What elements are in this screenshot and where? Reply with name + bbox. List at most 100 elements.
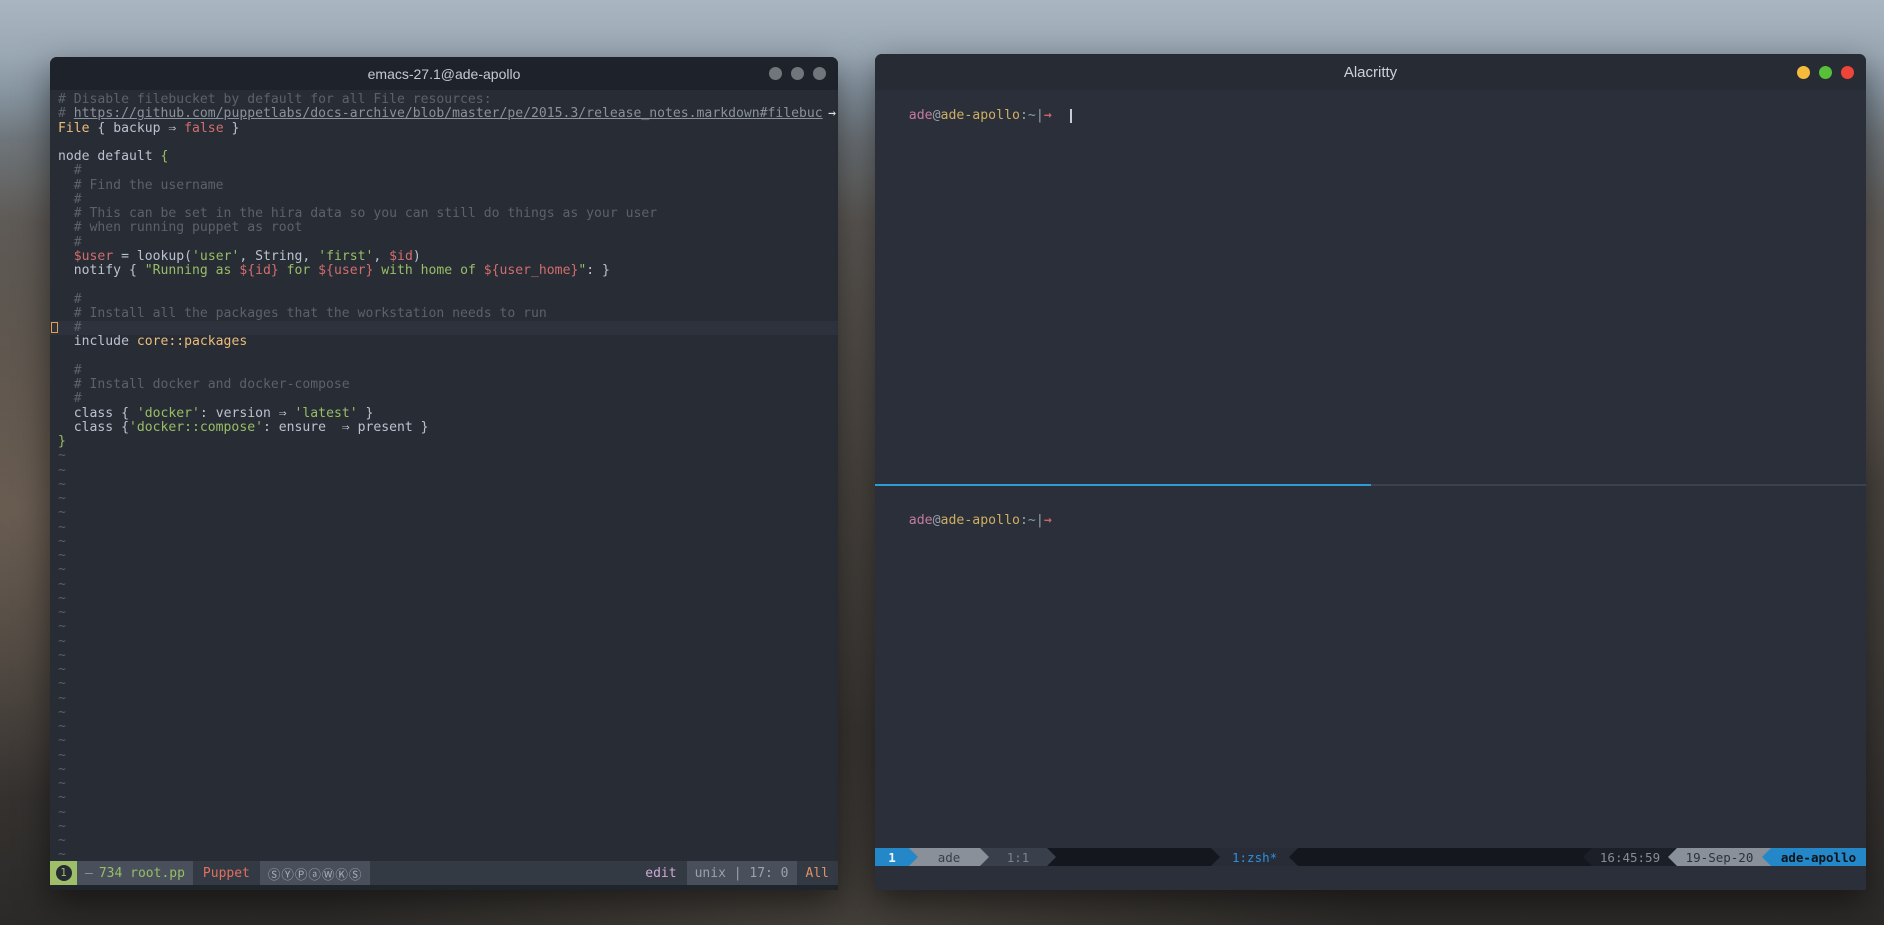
code-token: # [58, 363, 82, 378]
emacs-modeline: 1 – 734 root.pp Puppet ⓈⓎⓅⓐⓌⓀⓈ edit unix… [50, 861, 838, 885]
tilde-fringe-icon: ~ [58, 591, 66, 606]
tilde-fringe-icon: ~ [58, 833, 66, 848]
code-line[interactable]: # [50, 392, 838, 406]
code-token: } [358, 406, 374, 421]
powerline-arrow-icon [909, 848, 918, 866]
code-token: # [58, 192, 82, 207]
empty-line-tilde: ~ [50, 478, 838, 492]
tilde-fringe-icon: ~ [58, 505, 66, 520]
minimize-button[interactable] [1797, 66, 1810, 79]
code-line[interactable]: include core::packages [50, 335, 838, 349]
code-token: File [58, 121, 90, 136]
emacs-titlebar[interactable]: emacs-27.1@ade-apollo [50, 57, 838, 90]
tilde-fringe-icon: ~ [58, 605, 66, 620]
code-token: https://github.com/puppetlabs/docs-archi… [74, 106, 823, 121]
tilde-fringe-icon: ~ [58, 577, 66, 592]
empty-line-tilde: ~ [50, 521, 838, 535]
code-token: notify { [58, 263, 145, 278]
close-button[interactable] [813, 67, 826, 80]
code-token: node default [58, 149, 160, 164]
tilde-fringe-icon: ~ [58, 719, 66, 734]
empty-line-tilde: ~ [50, 592, 838, 606]
emacs-window: emacs-27.1@ade-apollo # Disable filebuck… [50, 57, 838, 890]
emacs-window-title: emacs-27.1@ade-apollo [368, 66, 521, 82]
empty-line-tilde: ~ [50, 848, 838, 861]
tmux-statusbar: 1 ade 1:1 1:zsh* 16:45:59 19-Sep-20 ade-… [875, 848, 1866, 866]
code-token: $id [389, 249, 413, 264]
tilde-fringe-icon: ~ [58, 548, 66, 563]
tilde-fringe-icon: ~ [58, 662, 66, 677]
tmux-pane-divider[interactable] [875, 484, 1866, 486]
empty-line-tilde: ~ [50, 706, 838, 720]
code-line[interactable]: notify { "Running as ${id} for ${user} w… [50, 264, 838, 278]
code-token: : } [586, 263, 610, 278]
code-token: # [58, 163, 82, 178]
code-token: , [373, 249, 389, 264]
empty-line-tilde: ~ [50, 820, 838, 834]
emacs-buffer[interactable]: # Disable filebucket by default for all … [50, 90, 838, 861]
code-line[interactable]: # Install docker and docker-compose [50, 378, 838, 392]
tilde-fringe-icon: ~ [58, 648, 66, 663]
pane-border-inactive [1371, 484, 1867, 486]
powerline-arrow-icon [1668, 848, 1677, 866]
code-line[interactable]: } [50, 435, 838, 449]
code-line[interactable]: # https://github.com/puppetlabs/docs-arc… [50, 107, 838, 121]
tmux-pane-bottom[interactable]: ade@ade-apollo:~|→ [875, 486, 1866, 848]
code-line[interactable]: # [50, 293, 838, 307]
alacritty-titlebar[interactable]: Alacritty [875, 54, 1866, 90]
maximize-button[interactable] [791, 67, 804, 80]
close-button[interactable] [1841, 66, 1854, 79]
minimize-button[interactable] [769, 67, 782, 80]
code-token: } [224, 121, 240, 136]
powerline-arrow-icon [1211, 848, 1220, 866]
code-line[interactable]: # This can be set in the hira data so yo… [50, 207, 838, 221]
code-token: : ensure ⇒ present } [263, 420, 429, 435]
code-line[interactable] [50, 278, 838, 292]
tilde-fringe-icon: ~ [58, 562, 66, 577]
code-line[interactable]: # Disable filebucket by default for all … [50, 93, 838, 107]
powerline-arrow-icon [1583, 848, 1592, 866]
code-line[interactable]: # when running puppet as root [50, 221, 838, 235]
tilde-fringe-icon: ~ [58, 805, 66, 820]
code-line[interactable]: node default { [50, 150, 838, 164]
code-token: # [58, 292, 82, 307]
code-line[interactable]: File { backup ⇒ false } [50, 122, 838, 136]
code-line[interactable]: # Install all the packages that the work… [50, 307, 838, 321]
maximize-button[interactable] [1819, 66, 1832, 79]
empty-line-tilde: ~ [50, 806, 838, 820]
code-line[interactable]: # [50, 164, 838, 178]
tilde-fringe-icon: ~ [58, 691, 66, 706]
empty-line-tilde: ~ [50, 563, 838, 577]
empty-line-tilde: ~ [50, 549, 838, 563]
hostname-badge: ade-apollo [1771, 848, 1866, 866]
code-line[interactable]: # [50, 364, 838, 378]
powerline-arrow-icon [1289, 848, 1298, 866]
code-token: , String, [239, 249, 318, 264]
tmux-current-window[interactable]: 1:zsh* [1220, 848, 1289, 866]
major-mode-label[interactable]: Puppet [203, 866, 250, 881]
tilde-fringe-icon: ~ [58, 819, 66, 834]
code-line[interactable]: # [50, 236, 838, 250]
empty-line-tilde: ~ [50, 720, 838, 734]
workspace-badge: 1 [50, 861, 77, 885]
code-token: } [58, 434, 66, 449]
code-token: ${id} [239, 263, 278, 278]
code-line[interactable]: class {'docker::compose': ensure ⇒ prese… [50, 421, 838, 435]
code-line[interactable]: $user = lookup('user', String, 'first', … [50, 250, 838, 264]
empty-line-tilde: ~ [50, 777, 838, 791]
shell-prompt: ade@ade-apollo:~|→ [909, 513, 1052, 528]
tmux-session-badge[interactable]: 1 [875, 848, 909, 866]
code-line[interactable]: # Find the username [50, 179, 838, 193]
empty-line-tilde: ~ [50, 606, 838, 620]
tmux-pane-top[interactable]: ade@ade-apollo:~|→ [875, 90, 1866, 484]
tilde-fringe-icon: ~ [58, 705, 66, 720]
terminal-cursor [1070, 109, 1072, 123]
code-line[interactable]: # [50, 321, 838, 335]
code-line[interactable] [50, 350, 838, 364]
code-line[interactable]: class { 'docker': version ⇒ 'latest' } [50, 407, 838, 421]
empty-line-tilde: ~ [50, 834, 838, 848]
code-token: # [58, 235, 82, 250]
code-line[interactable] [50, 136, 838, 150]
code-line[interactable]: # [50, 193, 838, 207]
buffer-name: 734 root.pp [99, 866, 185, 881]
